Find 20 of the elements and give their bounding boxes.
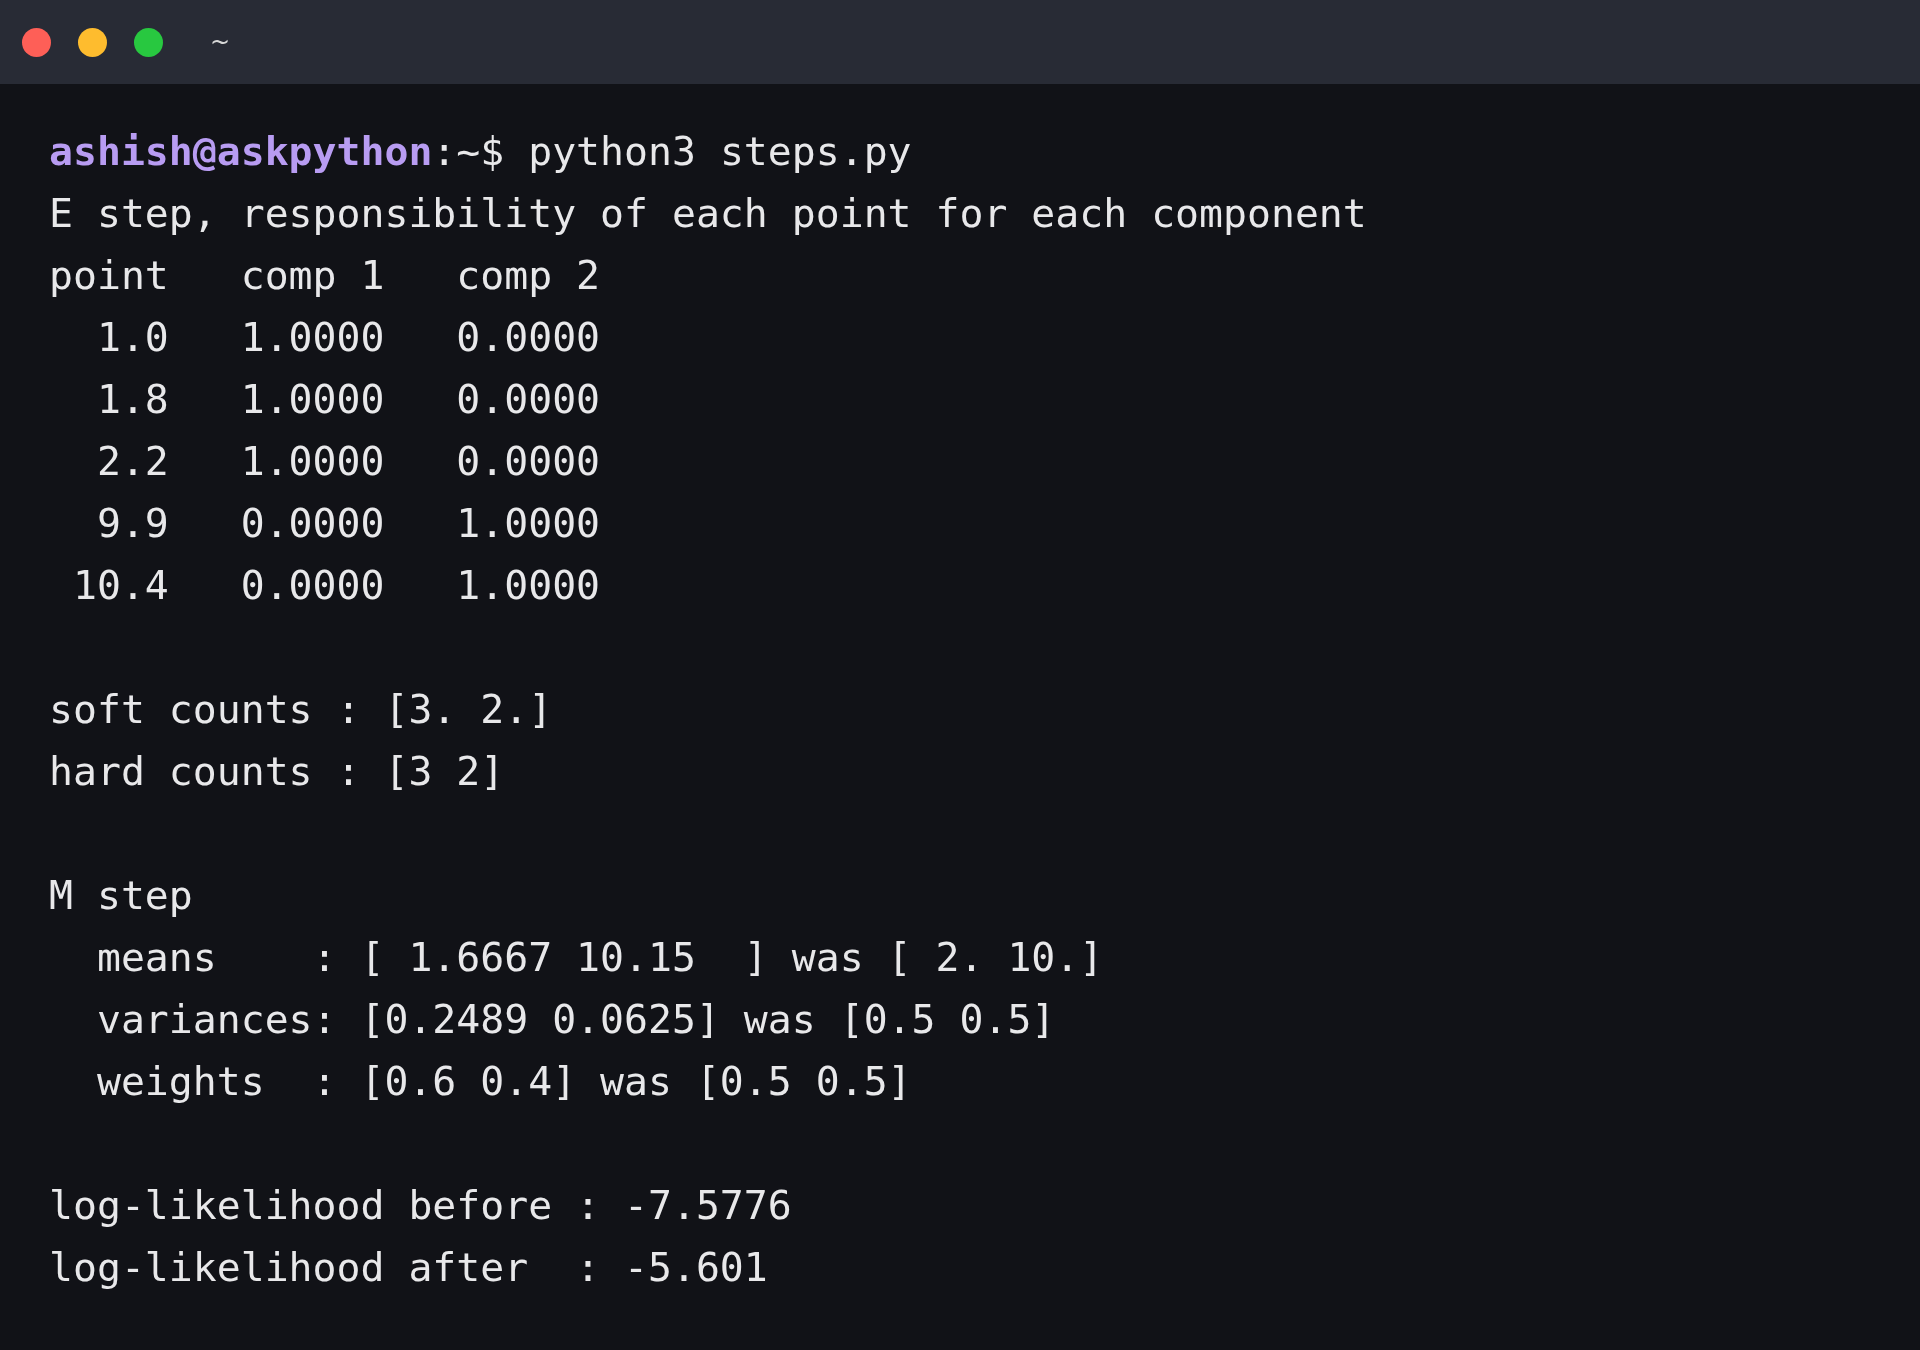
output-line: 9.9 0.0000 1.0000: [95, 499, 602, 548]
output-line: log-likelihood after : -5.601: [49, 1243, 769, 1292]
zoom-button[interactable]: [134, 27, 163, 57]
output-line: M step: [49, 871, 194, 920]
output-line: 10.4 0.0000 1.0000: [71, 561, 602, 610]
close-button[interactable]: [22, 27, 51, 57]
output-line: weights : [0.6 0.4] was [0.5 0.5]: [95, 1057, 913, 1106]
output-line: means : [ 1.6667 10.15 ] was [ 2. 10.]: [95, 933, 1105, 982]
minimize-button[interactable]: [78, 27, 107, 57]
output-line: 2.2 1.0000 0.0000: [95, 437, 602, 486]
output-line: 1.8 1.0000 0.0000: [95, 375, 602, 424]
output-line: hard counts : [3 2]: [49, 747, 506, 796]
output-line: variances: [0.2489 0.0625] was [0.5 0.5]: [95, 995, 1057, 1044]
window-title: ~: [210, 27, 231, 58]
output-line: soft counts : [3. 2.]: [49, 685, 554, 734]
output-line: point comp 1 comp 2: [49, 251, 602, 300]
output-line: E step, responsibility of each point for each component: [49, 189, 1368, 238]
output-line: 1.0 1.0000 0.0000: [95, 313, 602, 362]
output-line: log-likelihood before : -7.5776: [49, 1181, 793, 1230]
command-line: ashish@askpython:~$ python3 steps.py: [49, 127, 913, 176]
